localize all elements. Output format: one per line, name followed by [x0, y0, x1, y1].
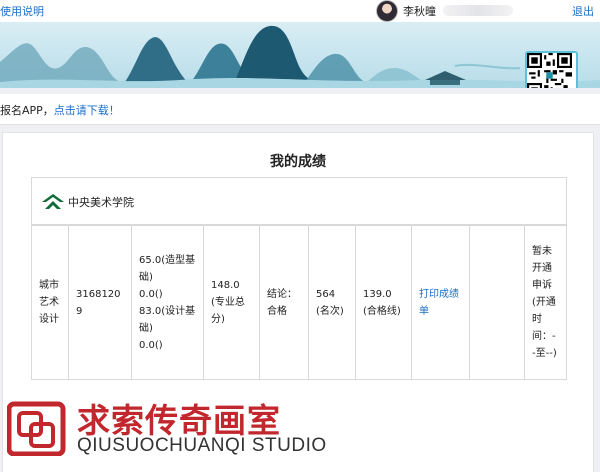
- page-title: 我的成绩: [270, 154, 326, 170]
- conclusion-cell: 结论：合格: [259, 225, 309, 380]
- print-cell: 打印成绩单: [411, 225, 470, 380]
- top-bar: 使用说明 李秋曈 退出: [0, 0, 600, 22]
- table-row: 城市艺术设计 31681209 65.0(造型基础) 0.0() 83.0(设计…: [31, 225, 567, 380]
- redacted-info: [443, 5, 513, 16]
- empty-cell: [469, 225, 525, 380]
- subject-score: 0.0(): [139, 339, 163, 351]
- user-avatar[interactable]: [376, 0, 398, 22]
- pass-line-cell: 139.0(合格线): [355, 225, 412, 380]
- school-header: 中央美术学院: [31, 177, 567, 225]
- notice-prefix: 报名APP，: [0, 104, 54, 117]
- school-name: 中央美术学院: [68, 196, 134, 209]
- watermark-english: QIUSUOCHUANQI STUDIO: [77, 435, 327, 456]
- notice-text: 报名APP，点击请下载！: [0, 102, 120, 118]
- studio-logo-icon: [7, 401, 66, 456]
- studio-watermark: 求索传奇画室 QIUSUOCHUANQI STUDIO: [7, 394, 326, 464]
- subject-scores-cell: 65.0(造型基础) 0.0() 83.0(设计基础) 0.0(): [131, 225, 204, 380]
- qr-code-icon: [525, 51, 578, 88]
- total-score-cell: 148.0(专业总分): [203, 225, 260, 380]
- exam-number-cell: 31681209: [68, 225, 132, 380]
- app-download-bar: 报名APP，点击请下载！: [0, 94, 600, 125]
- subject-score: 0.0(): [139, 288, 163, 300]
- logout-link[interactable]: 退出: [572, 3, 594, 19]
- landscape-illustration: [0, 25, 600, 88]
- download-app-link[interactable]: 点击请下载！: [54, 104, 120, 117]
- school-logo-icon: [42, 194, 64, 209]
- appeal-cell: 暂未开通申诉(开通时间：--至--): [524, 225, 567, 380]
- header-banner: [0, 22, 600, 88]
- print-transcript-link[interactable]: 打印成绩单: [419, 289, 459, 317]
- rank-cell: 564(名次): [308, 225, 356, 380]
- major-cell: 城市艺术设计: [31, 225, 69, 380]
- score-table: 城市艺术设计 31681209 65.0(造型基础) 0.0() 83.0(设计…: [31, 225, 567, 380]
- subject-score: 83.0(设计基础): [139, 305, 196, 334]
- help-link[interactable]: 使用说明: [0, 3, 44, 19]
- username: 李秋曈: [403, 5, 436, 18]
- subject-score: 65.0(造型基础): [139, 254, 196, 283]
